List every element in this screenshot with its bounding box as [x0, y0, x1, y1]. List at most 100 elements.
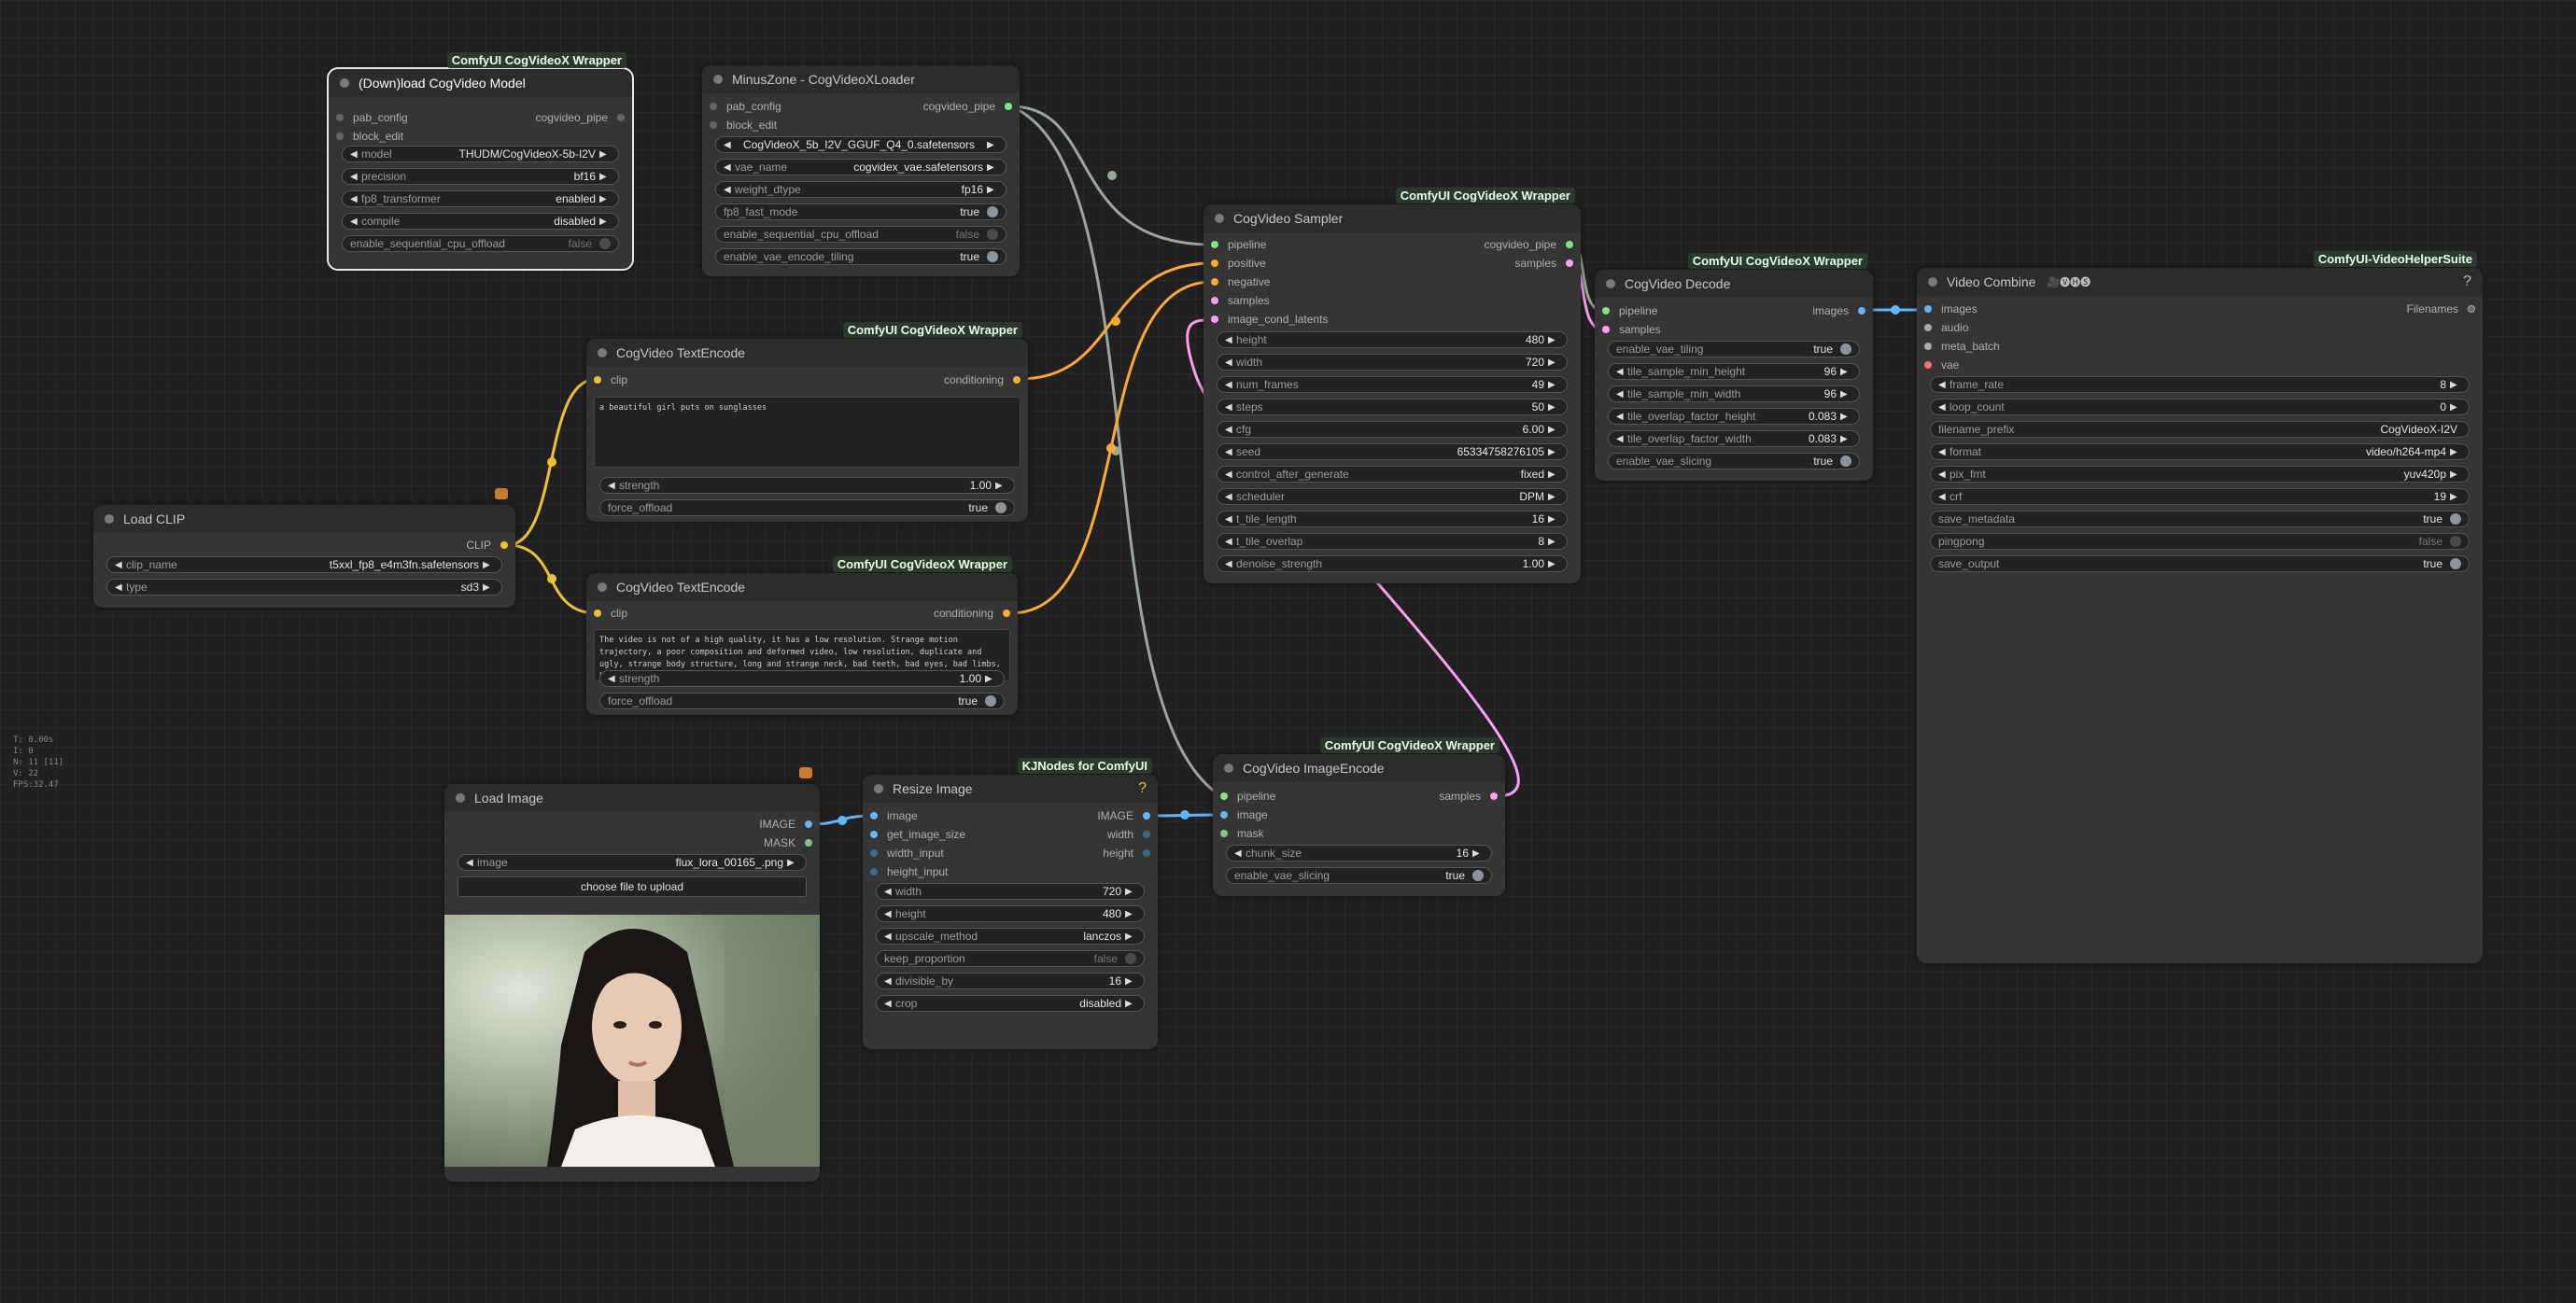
input-slot-clip[interactable]: clip — [594, 604, 627, 623]
widget-clip-name[interactable]: ◀ clip_name t5xxl_fp8_e4m3fn.safetensors ▶ — [106, 556, 502, 573]
output-slot-conditioning[interactable]: conditioning — [934, 604, 1010, 623]
increment-arrow-icon[interactable]: ▶ — [1548, 514, 1559, 525]
decrement-arrow-icon[interactable]: ◀ — [1616, 434, 1627, 444]
decrement-arrow-icon[interactable]: ◀ — [884, 909, 895, 919]
widget-height[interactable]: ◀ height 480 ▶ — [876, 905, 1145, 922]
input-slot-block-edit[interactable]: block_edit — [336, 127, 403, 146]
node-header[interactable]: CogVideo Sampler — [1204, 204, 1581, 232]
decrement-arrow-icon[interactable]: ◀ — [1225, 425, 1236, 435]
widget-type[interactable]: ◀ type sd3 ▶ — [106, 579, 502, 595]
increment-arrow-icon[interactable]: ▶ — [599, 172, 611, 182]
input-slot-pipeline[interactable]: pipeline — [1602, 301, 1657, 320]
widget-enable-vae-slicing[interactable]: enable_vae_slicing true — [1608, 453, 1860, 469]
widget-chunk-size[interactable]: ◀ chunk_size 16 ▶ — [1226, 845, 1492, 862]
widget-vae-name[interactable]: ◀ vae_name cogvidex_vae.safetensors ▶ — [715, 159, 1006, 175]
slot-pin[interactable] — [1211, 315, 1218, 323]
help-icon[interactable]: ? — [2463, 273, 2471, 290]
slot-pin[interactable] — [500, 541, 508, 549]
increment-arrow-icon[interactable]: ▶ — [995, 481, 1006, 491]
widget-tile-overlap-factor-width[interactable]: ◀ tile_overlap_factor_width 0.083 ▶ — [1608, 430, 1860, 447]
slot-pin[interactable] — [1924, 361, 1932, 369]
increment-arrow-icon[interactable]: ▶ — [987, 185, 998, 195]
help-icon[interactable]: ? — [1138, 780, 1147, 797]
widget-enable-vae-encode-tiling[interactable]: enable_vae_encode_tiling true — [715, 248, 1006, 265]
output-slot-width[interactable]: width — [1107, 825, 1150, 844]
widget-cfg[interactable]: ◀ cfg 6.00 ▶ — [1217, 421, 1568, 438]
widget-crf[interactable]: ◀ crf 19 ▶ — [1930, 488, 2470, 505]
input-slot-width-input[interactable]: width_input — [870, 844, 944, 862]
slot-pin[interactable] — [805, 820, 812, 828]
widget-keep-proportion[interactable]: keep_proportion false — [876, 950, 1145, 967]
increment-arrow-icon[interactable]: ▶ — [1472, 848, 1484, 859]
toggle-indicator[interactable] — [1472, 870, 1484, 881]
widget-weight-dtype[interactable]: ◀ weight_dtype fp16 ▶ — [715, 181, 1006, 198]
decrement-arrow-icon[interactable]: ◀ — [350, 149, 361, 160]
decrement-arrow-icon[interactable]: ◀ — [1225, 492, 1236, 502]
toggle-indicator[interactable] — [987, 206, 998, 217]
slot-pin[interactable] — [1566, 241, 1573, 248]
input-slot-images[interactable]: images — [1924, 300, 1978, 318]
widget-upscale-method[interactable]: ◀ upscale_method lanczos ▶ — [876, 928, 1145, 945]
widget-tile-sample-min-height[interactable]: ◀ tile_sample_min_height 96 ▶ — [1608, 363, 1860, 380]
increment-arrow-icon[interactable]: ▶ — [1125, 909, 1136, 919]
input-slot-image-cond-latents[interactable]: image_cond_latents — [1211, 310, 1328, 329]
input-slot-image[interactable]: image — [870, 806, 918, 825]
increment-arrow-icon[interactable]: ▶ — [1125, 932, 1136, 942]
node-header[interactable]: (Down)load CogVideo Model — [329, 69, 632, 97]
widget-denoise-strength[interactable]: ◀ denoise_strength 1.00 ▶ — [1217, 555, 1568, 572]
increment-arrow-icon[interactable]: ▶ — [1548, 559, 1559, 569]
widget-fp8-transformer[interactable]: ◀ fp8_transformer enabled ▶ — [342, 190, 619, 207]
node-header[interactable]: CogVideo TextEncode — [586, 573, 1018, 601]
increment-arrow-icon[interactable]: ▶ — [2450, 492, 2461, 502]
upload-button[interactable]: choose file to upload — [457, 876, 807, 897]
slot-pin[interactable] — [1858, 307, 1865, 315]
increment-arrow-icon[interactable]: ▶ — [1125, 887, 1136, 897]
node-load-image[interactable]: Load Image IMAGE MASK ◀ image flux_lora_00… — [444, 767, 820, 1182]
widget-compile[interactable]: ◀ compile disabled ▶ — [342, 213, 619, 230]
decrement-arrow-icon[interactable]: ◀ — [1938, 492, 1950, 502]
output-slot-samples[interactable]: samples — [1514, 254, 1573, 273]
slot-pin[interactable] — [1211, 241, 1218, 248]
node-cogvideo-textencode-negative[interactable]: ComfyUI CogVideoX Wrapper CogVideo TextE… — [586, 556, 1018, 715]
toggle-indicator[interactable] — [2450, 558, 2461, 569]
widget-filename-prefix[interactable]: filename_prefix CogVideoX-I2V — [1930, 421, 2470, 438]
input-slot-pab-config[interactable]: pab_config — [336, 108, 408, 127]
slot-pin[interactable] — [1003, 609, 1010, 617]
slot-pin[interactable] — [1602, 307, 1610, 315]
increment-arrow-icon[interactable]: ▶ — [1548, 357, 1559, 368]
slot-pin[interactable] — [1211, 297, 1218, 304]
input-slot-get-image-size[interactable]: get_image_size — [870, 825, 965, 844]
input-slot-samples[interactable]: samples — [1602, 320, 1661, 339]
widget-t-tile-overlap[interactable]: ◀ t_tile_overlap 8 ▶ — [1217, 533, 1568, 550]
decrement-arrow-icon[interactable]: ◀ — [1616, 412, 1627, 422]
input-slot-pipeline[interactable]: pipeline — [1211, 235, 1266, 254]
decrement-arrow-icon[interactable]: ◀ — [1938, 447, 1950, 457]
decrement-arrow-icon[interactable]: ◀ — [884, 999, 895, 1009]
node-download-cogvideo-model[interactable]: ComfyUI CogVideoX Wrapper (Down)load Cog… — [327, 52, 634, 271]
increment-arrow-icon[interactable]: ▶ — [1548, 402, 1559, 413]
input-slot-vae[interactable]: vae — [1924, 356, 1959, 374]
widget-enable-sequential-cpu-offload[interactable]: enable_sequential_cpu_offload false — [342, 235, 619, 252]
node-cogvideo-imageencode[interactable]: ComfyUI CogVideoX Wrapper CogVideo Image… — [1213, 737, 1505, 896]
collapse-dot[interactable] — [105, 514, 114, 524]
input-slot-pipeline[interactable]: pipeline — [1220, 787, 1275, 806]
decrement-arrow-icon[interactable]: ◀ — [1225, 335, 1236, 345]
increment-arrow-icon[interactable]: ▶ — [1548, 335, 1559, 345]
slot-pin[interactable] — [1143, 812, 1150, 820]
input-slot-height-input[interactable]: height_input — [870, 862, 948, 881]
toggle-indicator[interactable] — [1840, 343, 1851, 355]
increment-arrow-icon[interactable]: ▶ — [2450, 380, 2461, 390]
toggle-indicator[interactable] — [987, 251, 998, 262]
widget-t-tile-length[interactable]: ◀ t_tile_length 16 ▶ — [1217, 511, 1568, 527]
node-cogvideo-sampler[interactable]: ComfyUI CogVideoX Wrapper CogVideo Sampl… — [1204, 188, 1581, 583]
output-slot-clip[interactable]: CLIP — [466, 536, 508, 554]
collapse-dot[interactable] — [713, 75, 723, 84]
widget-force-offload[interactable]: force_offload true — [599, 499, 1015, 516]
increment-arrow-icon[interactable]: ▶ — [1548, 492, 1559, 502]
widget-strength[interactable]: ◀ strength 1.00 ▶ — [599, 670, 1005, 687]
decrement-arrow-icon[interactable]: ◀ — [884, 976, 895, 987]
slot-pin[interactable] — [336, 114, 344, 121]
node-header[interactable]: Load CLIP — [93, 505, 515, 533]
prompt-textarea[interactable]: a beautiful girl puts on sunglasses — [594, 397, 1021, 468]
slot-pin[interactable] — [1924, 343, 1932, 350]
